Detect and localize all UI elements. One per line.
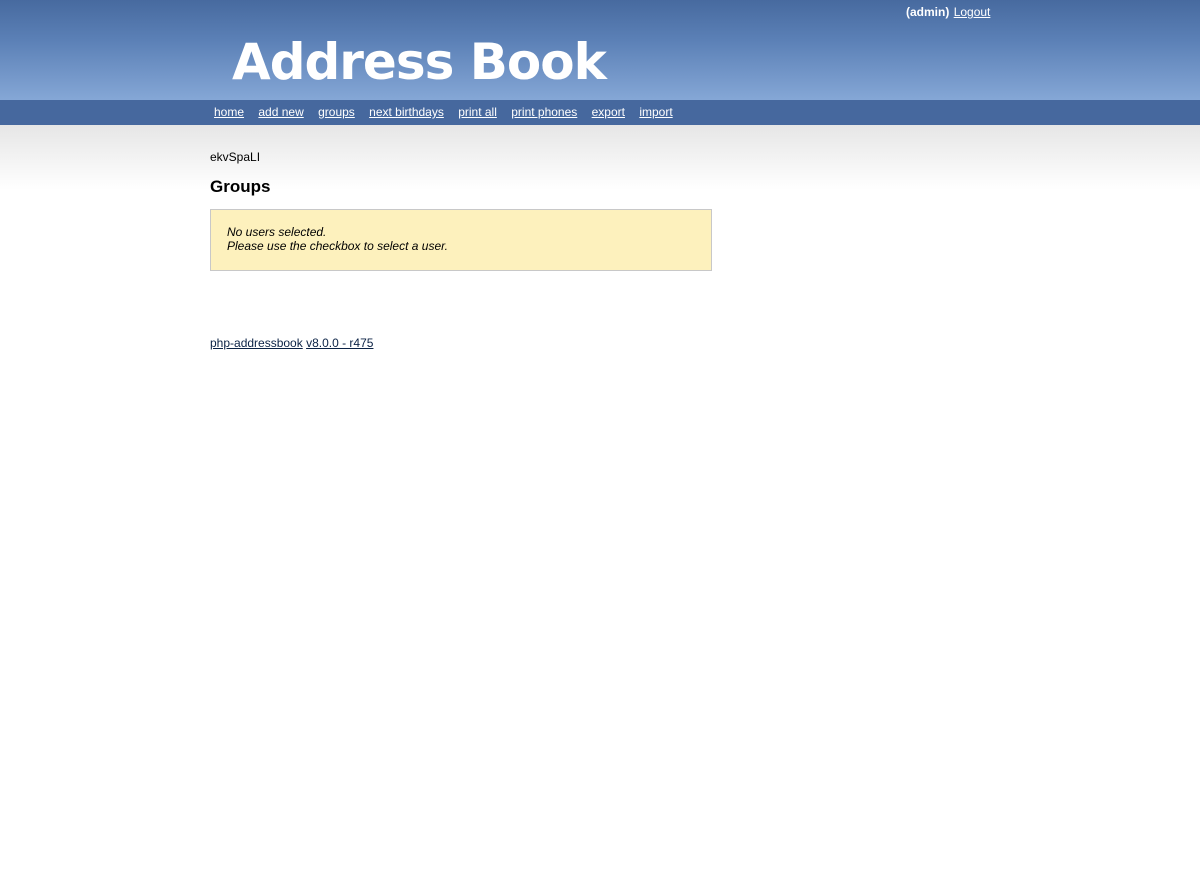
main-nav: home add new groups next birthdays print…: [0, 100, 1200, 125]
page-footer: php-addressbook v8.0.0 - r475: [210, 336, 373, 350]
nav-item-print-phones[interactable]: print phones: [511, 105, 577, 119]
nav-item-add-new[interactable]: add new: [258, 105, 303, 119]
message-box: No users selected. Please use the checkb…: [210, 209, 712, 271]
logout-link[interactable]: Logout: [954, 5, 991, 19]
version-link[interactable]: v8.0.0 - r475: [306, 336, 373, 350]
current-user: (admin): [906, 5, 950, 19]
main-content: ekvSpaLI Groups No users selected. Pleas…: [210, 150, 910, 271]
app-logo[interactable]: Address Book: [232, 34, 607, 90]
nav-item-home[interactable]: home: [214, 105, 244, 119]
nav-item-import[interactable]: import: [639, 105, 672, 119]
message-line-2: Please use the checkbox to select a user…: [227, 239, 449, 253]
message-line-1: No users selected.: [227, 225, 327, 239]
nav-item-next-birthdays[interactable]: next birthdays: [369, 105, 444, 119]
page-header: (admin) Logout Address Book: [0, 0, 1200, 100]
nav-item-export[interactable]: export: [592, 105, 625, 119]
nav-item-print-all[interactable]: print all: [458, 105, 497, 119]
domain-label: ekvSpaLI: [210, 150, 261, 164]
user-bar: (admin) Logout: [906, 5, 990, 19]
page-title: Groups: [210, 177, 271, 196]
nav-item-groups[interactable]: groups: [318, 105, 355, 119]
app-link[interactable]: php-addressbook: [210, 336, 303, 350]
